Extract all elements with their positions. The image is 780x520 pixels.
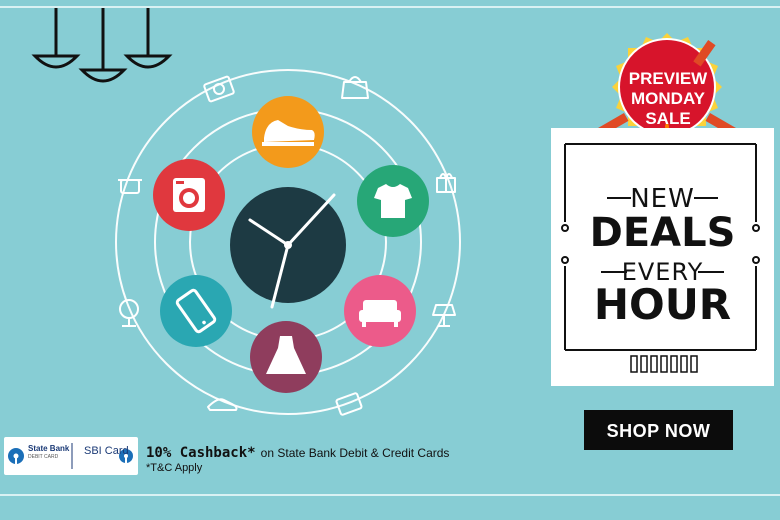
- sale-banner[interactable]: PREVIEW MONDAY SALE NEW DEALS EVERY HOUR…: [0, 0, 780, 520]
- bank-sub: DEBIT CARD: [28, 454, 59, 460]
- deals-card: NEW DEALS EVERY HOUR: [551, 128, 774, 386]
- washing-machine-icon: [153, 159, 225, 231]
- badge-line-preview: PREVIEW: [628, 69, 708, 88]
- table-lamp-icon: [432, 304, 456, 327]
- lantern-string-icon: [630, 355, 698, 373]
- dress-icon: [250, 321, 322, 393]
- bottom-divider: [0, 494, 780, 496]
- deals-frame: [561, 143, 760, 373]
- bank-name: State Bank: [28, 444, 70, 453]
- tshirt-icon: [357, 165, 429, 237]
- deals-hour: HOUR: [593, 280, 732, 329]
- cashback-highlight: 10% Cashback*: [146, 445, 256, 461]
- clock-icon: [230, 187, 346, 309]
- sbi-logo: State Bank DEBIT CARD SBI Card: [4, 437, 138, 475]
- cooking-pot-icon: [118, 179, 142, 194]
- shop-now-button[interactable]: SHOP NOW: [584, 410, 733, 450]
- card-name: SBI Card: [84, 445, 129, 457]
- sale-badge-text: PREVIEW MONDAY SALE: [606, 69, 730, 129]
- badge-line-monday: MONDAY: [631, 89, 705, 108]
- microwave-icon: [335, 392, 363, 416]
- sneaker-icon: [252, 96, 324, 168]
- cashback-text: on State Bank Debit & Credit Cards: [260, 446, 450, 460]
- cashback-offer: 10% Cashback* on State Bank Debit & Cred…: [146, 442, 449, 461]
- deals-deals: DEALS: [589, 210, 736, 256]
- hero-clock-illustration: [115, 69, 461, 416]
- badge-line-sale: SALE: [645, 109, 691, 128]
- tnc-note: *T&C Apply: [146, 462, 203, 474]
- smartphone-icon: [160, 275, 232, 347]
- sofa-icon: [344, 275, 416, 347]
